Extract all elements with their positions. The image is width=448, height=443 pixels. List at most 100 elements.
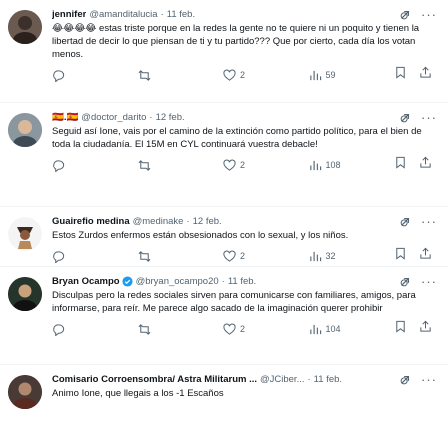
like-count: 2: [240, 324, 246, 334]
header-actions: ···: [398, 8, 436, 22]
share-icon[interactable]: [419, 320, 432, 338]
more-icon[interactable]: ···: [421, 111, 436, 125]
tweet-header: Bryan Ocampo @bryan_ocampo20 · 11 feb.: [52, 274, 438, 288]
author-handle[interactable]: @JCiber...: [260, 373, 305, 386]
retweet-icon: [138, 323, 150, 335]
bookmark-icon[interactable]: [394, 66, 407, 84]
retweet-button[interactable]: [138, 69, 178, 82]
avatar[interactable]: [8, 10, 42, 44]
retweet-button[interactable]: [138, 323, 178, 336]
tweet-text: Seguid así Ione, vais por el camino de l…: [52, 126, 422, 150]
author-name[interactable]: Guairefio medina: [52, 215, 130, 228]
tweet-date[interactable]: 11 feb.: [314, 373, 342, 386]
tweet[interactable]: Comisario Corroensombra/ Astra Militarum…: [0, 365, 448, 443]
grok-icon[interactable]: [398, 111, 412, 125]
tweet-text: Animo Ione, que llegais a los -1 Escaños: [52, 388, 224, 399]
author-handle[interactable]: @doctor_darito: [81, 111, 146, 124]
views-count: 32: [325, 251, 336, 261]
tweet[interactable]: 🇪🇸.🇪🇸 @doctor_darito · 12 feb. ··· Segui…: [0, 103, 448, 207]
views-button[interactable]: 108: [309, 159, 349, 172]
views-icon: [309, 160, 321, 170]
avatar[interactable]: [8, 277, 42, 311]
header-actions: ···: [398, 275, 436, 289]
avatar[interactable]: [8, 217, 42, 251]
retweet-button[interactable]: [138, 159, 178, 172]
author-handle[interactable]: @bryan_ocampo20: [136, 275, 219, 288]
views-count: 104: [325, 324, 341, 334]
author-name[interactable]: 🇪🇸.🇪🇸: [52, 111, 78, 124]
tweet[interactable]: Bryan Ocampo @bryan_ocampo20 · 11 feb. ·…: [0, 267, 448, 365]
bookmark-icon[interactable]: [394, 156, 407, 174]
reply-icon: [53, 323, 65, 336]
extra-actions: [394, 66, 432, 84]
reply-button[interactable]: [52, 323, 92, 336]
retweet-button[interactable]: [138, 250, 178, 263]
header-actions: ···: [398, 111, 436, 125]
more-icon[interactable]: ···: [421, 275, 436, 289]
author-handle[interactable]: @amanditalucia: [89, 8, 157, 21]
more-icon[interactable]: ···: [421, 215, 436, 229]
extra-actions: [394, 156, 432, 174]
extra-actions: [394, 247, 432, 265]
tweet-actions: 2 108: [52, 151, 438, 179]
bookmark-icon[interactable]: [394, 320, 407, 338]
tweet[interactable]: jennifer @amanditalucia · 11 feb. ··· 😂😂…: [0, 0, 448, 103]
author-handle[interactable]: @medinake: [133, 215, 184, 228]
more-icon[interactable]: ···: [421, 8, 436, 22]
like-button[interactable]: 2: [223, 159, 263, 172]
tweet-date[interactable]: 12 feb.: [156, 111, 185, 124]
views-count: 59: [325, 70, 336, 80]
avatar[interactable]: [8, 375, 42, 409]
author-name[interactable]: Bryan Ocampo: [52, 275, 120, 288]
author-name[interactable]: Comisario Corroensombra/ Astra Militarum…: [52, 373, 257, 386]
header-actions: ···: [398, 373, 436, 387]
tweet-actions: 2 59: [52, 61, 438, 89]
separator: ·: [160, 8, 164, 20]
heart-icon: [223, 69, 236, 81]
reply-button[interactable]: [52, 159, 92, 172]
retweet-icon: [138, 250, 150, 262]
tweet-date[interactable]: 12 feb.: [193, 215, 222, 228]
header-actions: ···: [398, 215, 436, 229]
views-icon: [309, 324, 321, 334]
tweet-header: Comisario Corroensombra/ Astra Militarum…: [52, 372, 438, 386]
reply-icon: [53, 250, 65, 263]
reply-icon: [53, 159, 65, 172]
grok-icon[interactable]: [398, 8, 412, 22]
tweet-header: 🇪🇸.🇪🇸 @doctor_darito · 12 feb.: [52, 110, 438, 124]
views-button[interactable]: 32: [309, 250, 349, 263]
extra-actions: [394, 320, 432, 338]
tweet-date[interactable]: 11 feb.: [167, 8, 195, 21]
like-button[interactable]: 2: [223, 323, 263, 336]
views-button[interactable]: 59: [309, 69, 349, 82]
heart-icon: [223, 159, 236, 171]
tweet-actions: 2 32: [52, 242, 438, 270]
reply-icon: [53, 69, 65, 82]
bookmark-icon[interactable]: [394, 247, 407, 265]
reply-button[interactable]: [52, 250, 92, 263]
views-button[interactable]: 104: [309, 323, 349, 336]
grok-icon[interactable]: [398, 215, 412, 229]
grok-icon[interactable]: [398, 373, 412, 387]
avatar[interactable]: [8, 113, 42, 147]
like-count: 2: [240, 251, 246, 261]
author-name[interactable]: jennifer: [52, 8, 86, 21]
tweet-date[interactable]: 11 feb.: [228, 275, 256, 288]
share-icon[interactable]: [419, 156, 432, 174]
tweet-header: jennifer @amanditalucia · 11 feb.: [52, 7, 438, 21]
tweet-text: Estos Zurdos enfermos están obsesionados…: [52, 230, 349, 241]
like-count: 2: [240, 160, 246, 170]
more-icon[interactable]: ···: [421, 373, 436, 387]
like-button[interactable]: 2: [223, 250, 263, 263]
like-button[interactable]: 2: [223, 69, 263, 82]
tweet[interactable]: Guairefio medina @medinake · 12 feb. ···…: [0, 207, 448, 267]
grok-icon[interactable]: [398, 275, 412, 289]
tweet-text: 😂😂😂😂 estas triste porque en la redes la …: [52, 23, 420, 60]
share-icon[interactable]: [419, 247, 432, 265]
views-icon: [309, 70, 321, 80]
separator: ·: [221, 275, 225, 287]
verified-badge-icon: [122, 275, 133, 287]
reply-button[interactable]: [52, 69, 92, 82]
tweet-actions: 2 104: [52, 315, 438, 343]
share-icon[interactable]: [419, 66, 432, 84]
